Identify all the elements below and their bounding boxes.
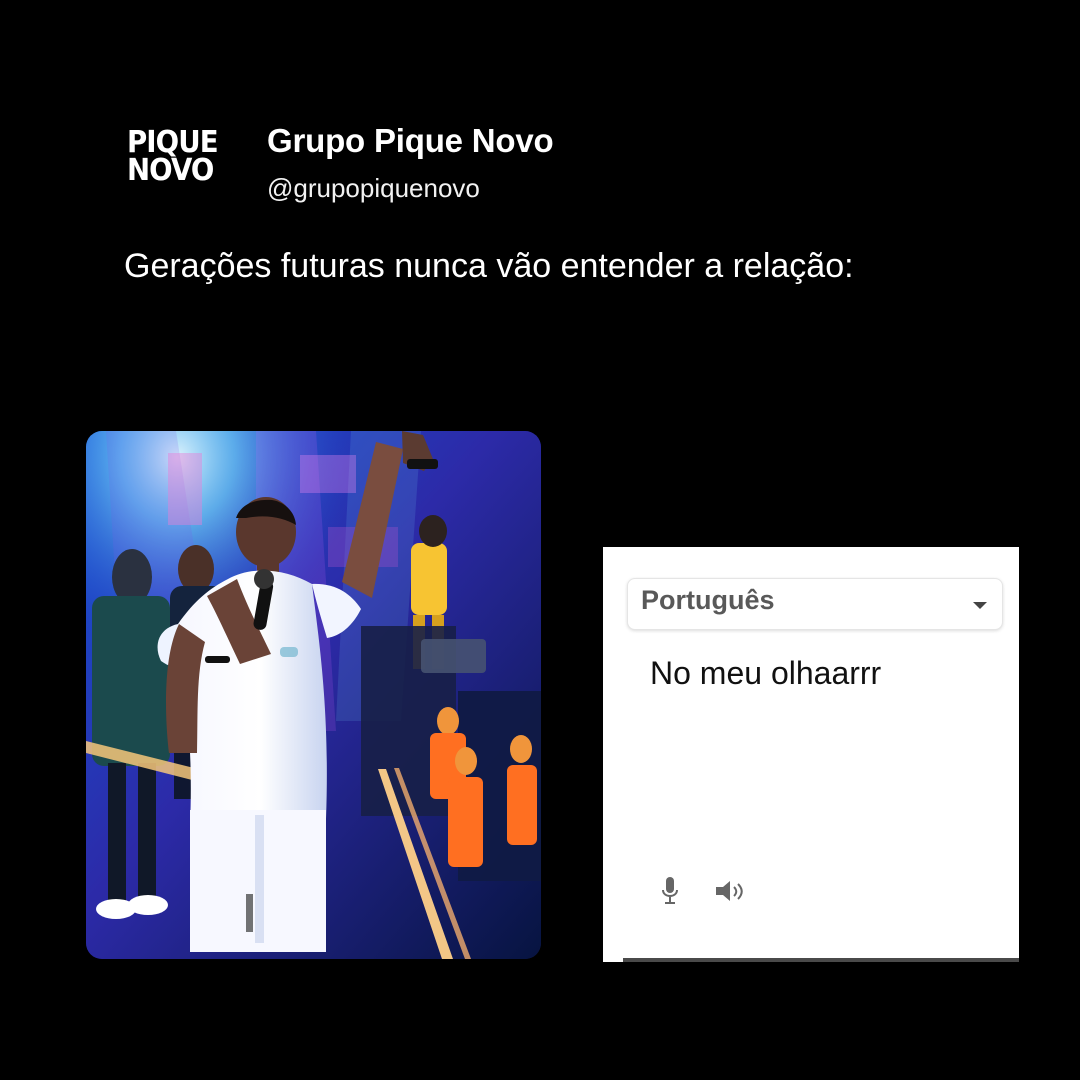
- post-text: Gerações futuras nunca vão entender a re…: [124, 247, 854, 285]
- chevron-down-icon[interactable]: [973, 602, 987, 609]
- concert-photo: [86, 431, 541, 959]
- bottom-strip: [623, 958, 1019, 962]
- speaker-icon[interactable]: [716, 880, 747, 902]
- account-name: Grupo Pique Novo: [267, 122, 554, 159]
- logo-line-bottom: NOVO: [127, 153, 214, 188]
- translator-card: Português No meu olhaarrr: [603, 547, 1019, 962]
- post-header: PIQUE NOVO Grupo Pique Novo @grupopiquen…: [124, 118, 964, 218]
- account-handle: @grupopiquenovo: [267, 173, 480, 203]
- translated-text: No meu olhaarrr: [650, 655, 882, 691]
- language-select[interactable]: Português: [627, 578, 1003, 630]
- microphone-icon[interactable]: [661, 877, 679, 905]
- pique-novo-logo: PIQUE NOVO: [127, 128, 227, 190]
- concert-photo-illustration: [86, 431, 541, 959]
- language-label: Português: [641, 585, 775, 615]
